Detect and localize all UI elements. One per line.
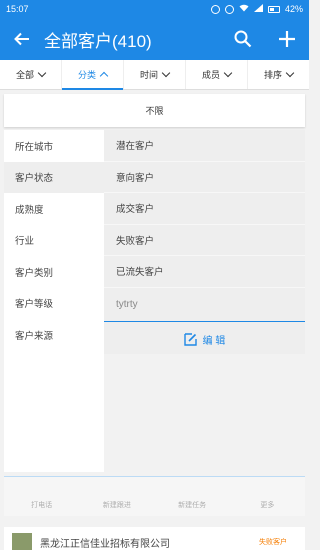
back-button[interactable]	[0, 32, 44, 46]
option-deal[interactable]: 成交客户	[104, 193, 305, 225]
tab-time[interactable]: 时间	[124, 60, 186, 89]
list-item[interactable]: 黑龙江正信佳业招标有限公司 失败客户	[4, 527, 305, 550]
chevron-up-icon	[99, 71, 109, 81]
wifi-icon	[239, 4, 249, 14]
chevron-down-icon	[161, 68, 171, 78]
add-button[interactable]	[265, 30, 309, 48]
do-not-disturb-icon	[224, 4, 234, 14]
unlimited-option[interactable]: 不限	[4, 94, 305, 127]
more-action[interactable]: 更多	[230, 500, 305, 510]
new-followup-action[interactable]: 新建跟进	[79, 500, 154, 510]
category-status[interactable]: 客户状态	[4, 161, 104, 193]
alarm-icon	[210, 4, 220, 14]
battery-percent: 42%	[284, 4, 303, 14]
category-level[interactable]: 客户等级	[4, 288, 104, 320]
chevron-down-icon	[285, 68, 295, 78]
edit-icon	[183, 332, 197, 346]
status-options: 潜在客户 意向客户 成交客户 失败客户 已流失客户 编 辑	[104, 130, 305, 354]
category-city[interactable]: 所在城市	[4, 130, 104, 162]
filter-tabs: 全部 分类 时间 成员 排序	[0, 60, 309, 90]
company-thumbnail	[12, 533, 32, 550]
category-filter-panel: 所在城市 客户状态 成熟度 行业 客户类别 客户等级 客户来源 潜在客户 意向客…	[4, 130, 305, 472]
app-bar: 全部客户(410)	[0, 18, 309, 60]
tab-member[interactable]: 成员	[186, 60, 248, 89]
status-bar: 15:07 42%	[0, 0, 309, 18]
battery-icon	[267, 5, 280, 13]
tab-sort[interactable]: 排序	[248, 60, 309, 89]
tab-all-label: 全部	[15, 70, 34, 80]
company-name: 黑龙江正信佳业招标有限公司	[40, 538, 170, 550]
list-item-actions: 打电话 新建跟进 新建任务 更多	[4, 476, 305, 516]
chevron-down-icon	[37, 68, 47, 78]
category-maturity[interactable]: 成熟度	[4, 193, 104, 225]
status-badge: 失败客户	[259, 539, 287, 546]
tab-member-label: 成员	[201, 70, 220, 80]
option-failed[interactable]: 失败客户	[104, 225, 305, 256]
tab-all[interactable]: 全部	[0, 60, 62, 89]
signal-icon	[253, 4, 263, 14]
tab-category-label: 分类	[77, 70, 96, 80]
category-industry[interactable]: 行业	[4, 225, 104, 257]
custom-status-input[interactable]	[104, 288, 305, 322]
option-intent[interactable]: 意向客户	[104, 162, 305, 193]
edit-label: 编 辑	[202, 335, 226, 347]
status-time: 15:07	[6, 4, 29, 14]
tab-time-label: 时间	[139, 70, 158, 80]
plus-icon	[279, 31, 295, 47]
call-action[interactable]: 打电话	[4, 500, 79, 510]
category-type[interactable]: 客户类别	[4, 256, 104, 288]
category-source[interactable]: 客户来源	[4, 319, 104, 351]
category-list: 所在城市 客户状态 成熟度 行业 客户类别 客户等级 客户来源	[4, 130, 104, 472]
option-lost[interactable]: 已流失客户	[104, 256, 305, 288]
search-icon	[234, 30, 252, 48]
edit-button[interactable]: 编 辑	[104, 324, 305, 354]
status-icons: 42%	[210, 4, 303, 14]
option-potential[interactable]: 潜在客户	[104, 130, 305, 162]
tab-sort-label: 排序	[263, 70, 282, 80]
page-title: 全部客户(410)	[44, 31, 152, 51]
tab-category[interactable]: 分类	[62, 60, 124, 90]
search-button[interactable]	[221, 30, 265, 48]
new-task-action[interactable]: 新建任务	[155, 500, 230, 510]
arrow-left-icon	[14, 32, 29, 46]
chevron-down-icon	[223, 68, 233, 78]
